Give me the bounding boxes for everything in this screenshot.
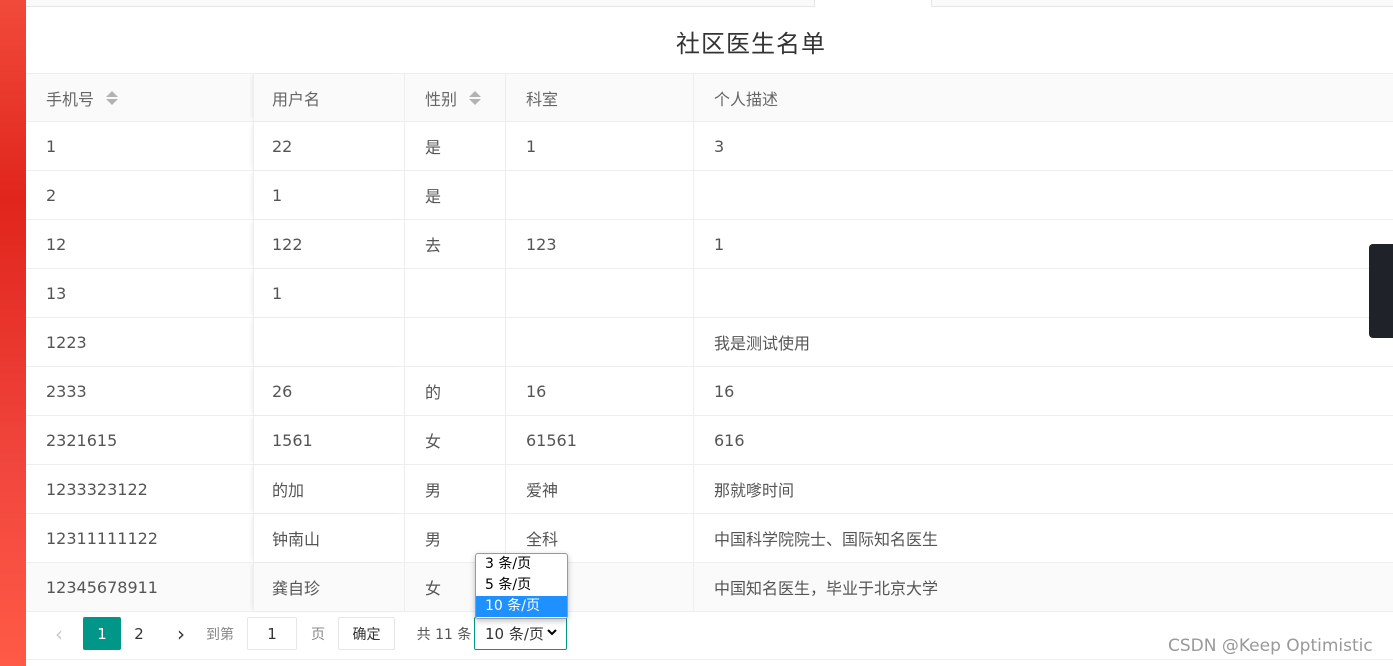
header-gender[interactable]: 性别 [404,74,505,121]
cell-username [253,318,404,366]
cell-phone: 12345678911 [46,577,158,597]
page-size-value: 10 条/页 [485,625,544,643]
page-title: 社区医生名单 [676,30,826,58]
cell-username: 龚自珍 [253,563,404,611]
cell-description: 16 [693,367,1393,415]
goto-label: 到第 [206,626,234,643]
cell-description: 3 [693,122,1393,170]
watermark: CSDN @Keep Optimistic [1168,636,1373,656]
cell-department: 爱神 [505,465,693,513]
cell-description: 1 [693,220,1393,268]
side-floating-panel[interactable] [1369,244,1393,338]
cell-username: 26 [253,367,404,415]
cell-phone: 1233323122 [46,479,148,499]
cell-phone: 12 [46,234,67,254]
doctor-table: 手机号 用户名 性别 科室 个人描述 1 22 是 1 3 2 1 是 12 122 去 123 1 13… [26,73,1393,612]
table-row[interactable]: 2 1是 [26,171,1393,220]
left-edge-stripe [0,0,26,666]
cell-department: 16 [505,367,693,415]
cell-username: 的加 [253,465,404,513]
page-size-option-selected[interactable]: 10 条/页 [476,596,567,617]
page-size-select[interactable]: 10 条/页 [474,617,567,650]
header-username: 用户名 [253,74,404,121]
table-row[interactable]: 12345678911 龚自珍女中国知名医生，毕业于北京大学 [26,563,1393,612]
chevron-down-icon [546,626,558,642]
cell-phone: 1223 [46,332,87,352]
table-row[interactable]: 2333 26 的 16 16 [26,367,1393,416]
page-2-button[interactable]: 2 [124,617,154,650]
page-size-option[interactable]: 3 条/页 [476,554,567,575]
active-tab[interactable] [814,0,932,7]
cell-gender [404,318,505,366]
goto-page-input[interactable]: 1 [247,617,297,650]
cell-gender: 男 [404,465,505,513]
header-username-label: 用户名 [272,89,321,109]
cell-department: 1 [505,122,693,170]
cell-gender: 是 [404,122,505,170]
cell-department [505,269,693,317]
cell-gender: 去 [404,220,505,268]
page-1-button[interactable]: 1 [83,617,121,650]
cell-description: 中国知名医生，毕业于北京大学 [693,563,1393,611]
cell-phone: 2321615 [46,430,118,450]
cell-phone: 12311111122 [46,528,158,548]
cell-department [505,171,693,219]
next-page-icon[interactable]: › [166,617,196,650]
cell-department: 61561 [505,416,693,464]
header-phone-label: 手机号 [46,89,95,109]
table-row[interactable]: 12311111122 钟南山男全科 中国科学院院士、国际知名医生 [26,514,1393,563]
cell-description [693,269,1393,317]
table-row[interactable]: 12 122 去 123 1 [26,220,1393,269]
cell-description [693,171,1393,219]
cell-description: 我是测试使用 [693,318,1393,366]
header-description-label: 个人描述 [714,89,779,109]
cell-gender: 的 [404,367,505,415]
cell-phone: 1 [46,136,57,156]
cell-username: 1 [253,171,404,219]
cell-department: 123 [505,220,693,268]
tab-bar [26,0,1393,7]
table-row[interactable]: 1 22 是 1 3 [26,122,1393,171]
cell-gender [404,269,505,317]
cell-gender: 女 [404,416,505,464]
header-description: 个人描述 [693,74,1393,121]
cell-username: 钟南山 [253,514,404,562]
prev-page-icon[interactable]: ‹ [44,617,74,650]
cell-username: 122 [253,220,404,268]
sort-icon[interactable] [106,90,119,106]
cell-description: 616 [693,416,1393,464]
page-size-dropdown: 3 条/页 5 条/页 10 条/页 [475,553,568,619]
cell-phone: 13 [46,283,67,303]
table-row[interactable]: 2321615 1561 女 61561 616 [26,416,1393,465]
cell-phone: 2 [46,185,57,205]
cell-description: 中国科学院院士、国际知名医生 [693,514,1393,562]
page-unit-label: 页 [311,626,325,643]
cell-phone: 2333 [46,381,87,401]
page-size-option[interactable]: 5 条/页 [476,575,567,596]
cell-department [505,318,693,366]
header-phone[interactable]: 手机号 [26,74,253,121]
sort-icon[interactable] [469,90,482,106]
header-department-label: 科室 [526,89,559,109]
cell-username: 1 [253,269,404,317]
table-header: 手机号 用户名 性别 科室 个人描述 [26,74,1393,122]
cell-gender: 是 [404,171,505,219]
table-row[interactable]: 13 1 [26,269,1393,318]
table-row[interactable]: 1223 我是测试使用 [26,318,1393,367]
header-department: 科室 [505,74,693,121]
header-gender-label: 性别 [425,89,458,109]
cell-username: 1561 [253,416,404,464]
table-row[interactable]: 1233323122 的加男爱神 那就嗲时间 [26,465,1393,514]
cell-username: 22 [253,122,404,170]
confirm-button[interactable]: 确定 [338,617,395,650]
cell-description: 那就嗲时间 [693,465,1393,513]
